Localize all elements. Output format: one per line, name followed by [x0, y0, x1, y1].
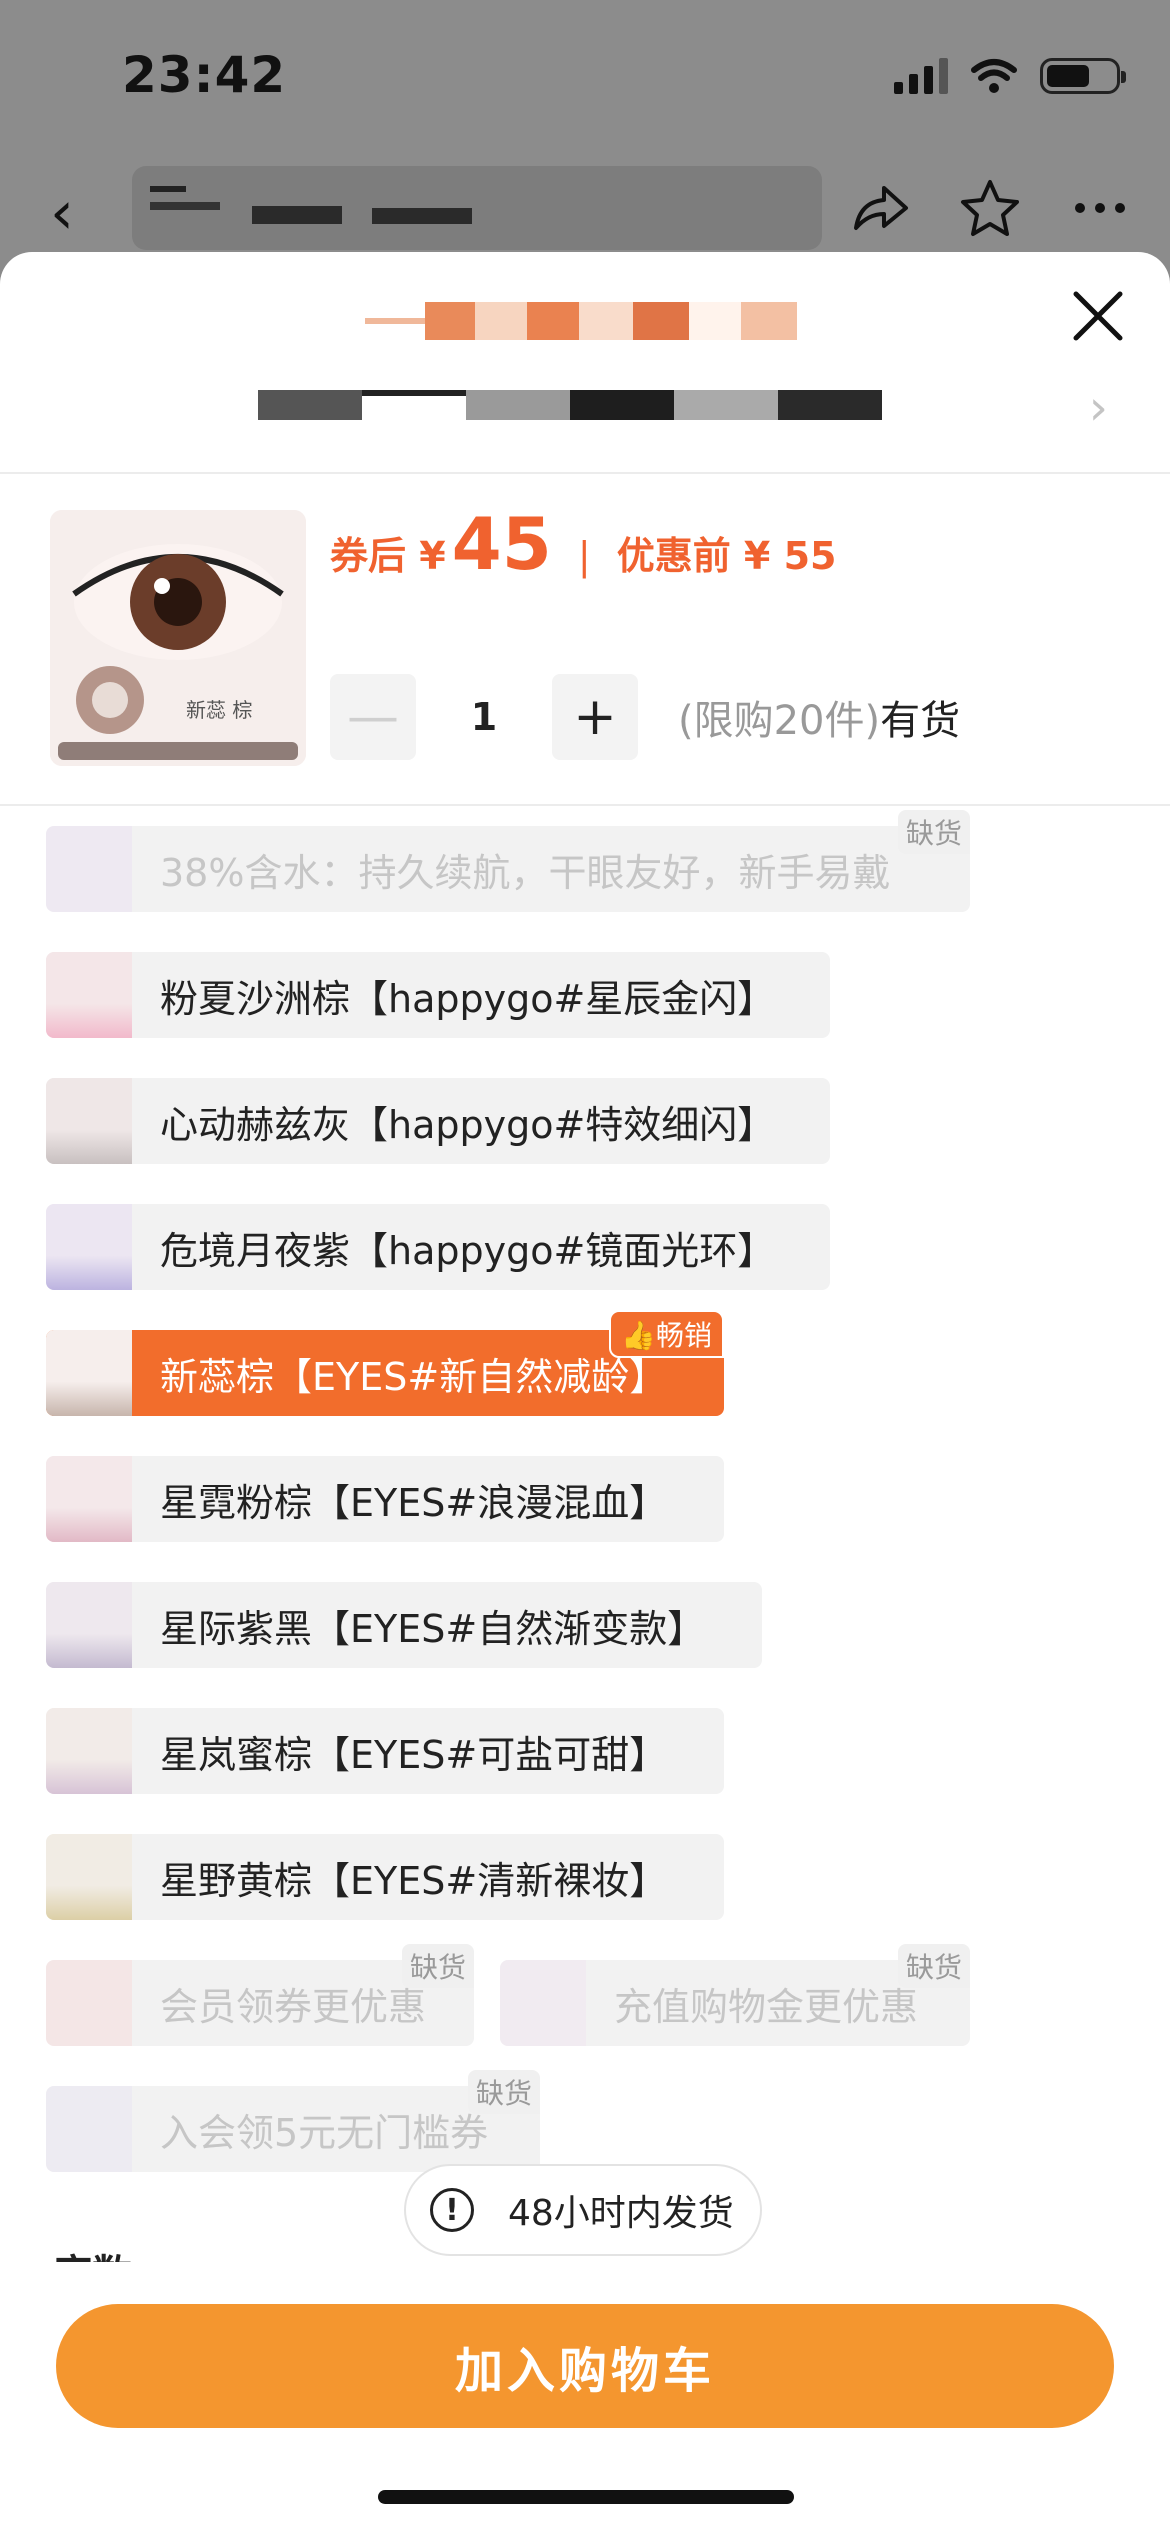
status-icons — [894, 58, 1126, 94]
close-icon[interactable] — [1070, 288, 1126, 344]
option-label: 星际紫黑【EYES#自然渐变款】 — [160, 1606, 706, 1651]
option-chip[interactable]: 星际紫黑【EYES#自然渐变款】 — [46, 1582, 762, 1668]
option-chip[interactable]: 危境月夜紫【happygo#镜面光环】 — [46, 1204, 830, 1290]
option-thumbnail — [46, 1204, 132, 1290]
option-thumbnail — [46, 1078, 132, 1164]
thumbnail-color-name: 新蕊 棕 — [186, 698, 253, 722]
option-label: 星岚蜜棕【EYES#可盐可甜】 — [160, 1732, 668, 1777]
option-label: 星霓粉棕【EYES#浪漫混血】 — [160, 1480, 668, 1525]
out-of-stock-badge: 缺货 — [401, 1944, 474, 1988]
status-time: 23:42 — [122, 46, 287, 104]
option-thumbnail — [46, 1456, 132, 1542]
price-after-value: 45 — [451, 502, 552, 586]
option-label: 粉夏沙洲棕【happygo#星辰金闪】 — [160, 976, 776, 1021]
add-to-cart-button[interactable]: 加入购物车 — [56, 2304, 1114, 2428]
option-thumbnail — [500, 1960, 586, 2046]
star-icon[interactable] — [958, 176, 1022, 240]
option-label: 星野黄棕【EYES#清新裸妆】 — [160, 1858, 668, 1903]
back-icon[interactable]: ‹ — [50, 178, 74, 248]
share-icon[interactable] — [848, 176, 912, 240]
option-label: 入会领5元无门槛券 — [160, 2110, 489, 2155]
option-chip[interactable]: 38%含水：持久续航，干眼友好，新手易戴 缺货 — [46, 810, 970, 912]
option-chip[interactable]: 星野黄棕【EYES#清新裸妆】 — [46, 1834, 724, 1920]
out-of-stock-badge: 缺货 — [897, 810, 970, 854]
decrease-button[interactable]: — — [330, 674, 416, 760]
quantity-value[interactable]: 1 — [416, 695, 552, 739]
stock-status: 有货 — [880, 698, 961, 744]
home-indicator — [378, 2490, 794, 2504]
shop-name-redacted — [365, 302, 805, 340]
option-thumbnail — [46, 1834, 132, 1920]
option-thumbnail — [46, 1582, 132, 1668]
option-label: 充值购物金更优惠 — [614, 1984, 919, 2029]
divider — [0, 804, 1170, 806]
option-chip[interactable]: 星霓粉棕【EYES#浪漫混血】 — [46, 1456, 724, 1542]
battery-icon — [1040, 58, 1126, 94]
option-thumbnail — [46, 1960, 132, 2046]
price-separator: | — [577, 534, 591, 578]
price-before: 优惠前 ¥ 55 — [616, 534, 837, 578]
best-seller-badge: 👍畅销 — [609, 1310, 724, 1358]
option-thumbnail — [46, 1330, 132, 1416]
option-thumbnail — [46, 2086, 132, 2172]
option-label: 危境月夜紫【happygo#镜面光环】 — [160, 1228, 776, 1273]
option-label: 38%含水：持久续航，干眼友好，新手易戴 — [160, 850, 891, 895]
option-label: 心动赫兹灰【happygo#特效细闪】 — [160, 1102, 776, 1147]
option-thumbnail — [46, 952, 132, 1038]
out-of-stock-badge: 缺货 — [467, 2070, 540, 2114]
best-seller-label: 畅销 — [655, 1319, 712, 1352]
info-exclamation-icon: ! — [430, 2188, 474, 2232]
option-chip[interactable]: 心动赫兹灰【happygo#特效细闪】 — [46, 1078, 830, 1164]
increase-button[interactable]: + — [552, 674, 638, 760]
option-thumbnail — [46, 826, 132, 912]
search-bar[interactable] — [132, 166, 822, 250]
purchase-limit: (限购20件) — [678, 698, 881, 744]
option-chip[interactable]: 充值购物金更优惠 缺货 — [500, 1944, 970, 2046]
option-thumbnail — [46, 1708, 132, 1794]
price-row: 券后 ¥ 45 | 优惠前 ¥ 55 — [330, 502, 836, 586]
shipping-notice-text: 48小时内发货 — [508, 2193, 734, 2234]
option-chip[interactable]: 粉夏沙洲棕【happygo#星辰金闪】 — [46, 952, 830, 1038]
selected-spec-redacted — [258, 390, 888, 424]
sku-selector-sheet: › 新蕊 棕 券后 ¥ 45 | 优惠前 ¥ 55 — 1 + (限购20件)有… — [0, 252, 1170, 2532]
divider — [0, 472, 1170, 474]
product-thumbnail: 新蕊 棕 — [50, 510, 306, 766]
more-icon[interactable] — [1068, 176, 1132, 240]
wifi-icon — [971, 59, 1017, 93]
option-chip[interactable]: 星岚蜜棕【EYES#可盐可甜】 — [46, 1708, 724, 1794]
price-after-label: 券后 ¥ — [330, 534, 446, 578]
nav-actions — [848, 176, 1132, 240]
out-of-stock-badge: 缺货 — [897, 1944, 970, 1988]
stock-info: (限购20件)有货 — [678, 688, 960, 746]
section-title-partial: 度数 — [52, 2242, 132, 2262]
shipping-notice: ! 48小时内发货 — [404, 2164, 762, 2256]
option-chip-selected[interactable]: 新蕊棕【EYES#新自然减龄】 👍畅销 — [46, 1310, 724, 1416]
option-chip[interactable]: 会员领券更优惠 缺货 — [46, 1944, 474, 2046]
quantity-stepper: — 1 + (限购20件)有货 — [330, 674, 960, 760]
eye-image — [50, 510, 306, 766]
chevron-right-icon[interactable]: › — [1089, 380, 1108, 436]
option-chip[interactable]: 入会领5元无门槛券 缺货 — [46, 2070, 540, 2172]
background-page: 23:42 ‹ — [0, 0, 1170, 260]
signal-icon — [894, 58, 948, 94]
